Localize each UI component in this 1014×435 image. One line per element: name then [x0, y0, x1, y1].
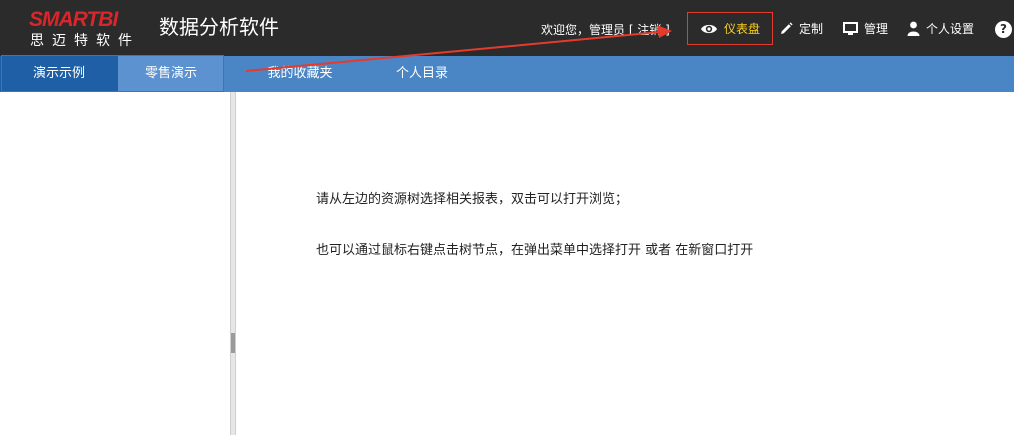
monitor-icon [843, 21, 858, 36]
dashboard-button[interactable]: 仪表盘 [687, 12, 773, 45]
logo-subtitle: 思迈特软件 [30, 33, 140, 49]
logo-text-bi: BI [98, 8, 118, 31]
manage-button[interactable]: 管理 [843, 12, 888, 45]
splitter-handle[interactable] [231, 333, 235, 353]
custom-button[interactable]: 定制 [779, 12, 823, 45]
hint-line-1: 请从左边的资源树选择相关报表，双击可以打开浏览； [316, 192, 629, 207]
pencil-icon [779, 21, 793, 36]
help-icon[interactable]: ? [995, 21, 1012, 38]
tab-retail-demo[interactable]: 零售演示 [118, 56, 224, 92]
tab-personal-directory[interactable]: 个人目录 [372, 56, 472, 92]
eye-icon [700, 23, 718, 35]
logo: SMARTBI 思迈特软件 [29, 8, 147, 50]
hint-line-2: 也可以通过鼠标右键点击树节点，在弹出菜单中选择打开 或者 在新窗口打开 [316, 243, 754, 258]
resource-tree-panel[interactable] [0, 92, 230, 435]
manage-label: 管理 [864, 22, 889, 36]
app-title: 数据分析软件 [159, 15, 279, 39]
tab-bar: 演示示例 零售演示 我的收藏夹 个人目录 [0, 56, 1014, 92]
main-content [236, 92, 1014, 435]
custom-label: 定制 [799, 22, 824, 36]
tab-my-favorites[interactable]: 我的收藏夹 [250, 56, 350, 92]
app-header: SMARTBI 思迈特软件 数据分析软件 欢迎您，管理员 [ 注销 ] 仪表盘 … [0, 0, 1014, 56]
settings-button[interactable]: 个人设置 [907, 12, 974, 45]
dashboard-label: 仪表盘 [723, 22, 760, 36]
welcome-text: 欢迎您，管理员 [ 注销 ] [541, 23, 670, 37]
settings-label: 个人设置 [926, 22, 975, 36]
person-icon [907, 21, 920, 36]
tab-demo-examples[interactable]: 演示示例 [0, 56, 118, 92]
logo-text-smart: SMART [29, 8, 99, 31]
